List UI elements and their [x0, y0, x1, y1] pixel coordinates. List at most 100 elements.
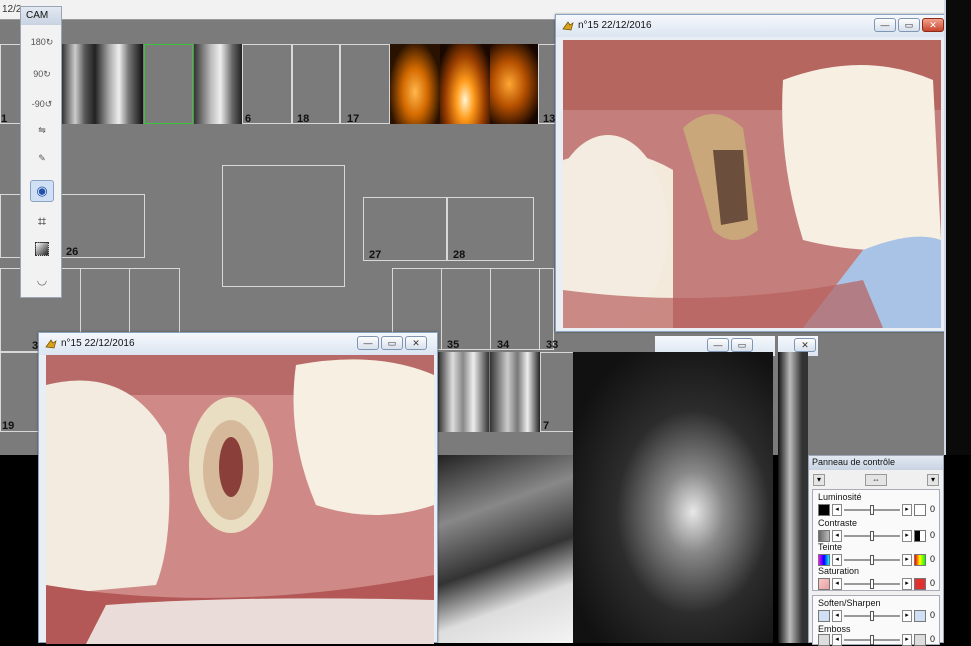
- slider-track[interactable]: [844, 531, 900, 541]
- slider-track[interactable]: [844, 611, 900, 621]
- slider-right-button[interactable]: ▸: [902, 504, 912, 516]
- color-adjust-group: Luminosité ◂ ▸ 0 Contraste ◂ ▸ 0 Teinte …: [812, 489, 940, 591]
- brightness-max-swatch: [914, 504, 926, 516]
- saturation-slider[interactable]: ◂ ▸ 0: [818, 578, 943, 590]
- maximize-button[interactable]: ▭: [898, 18, 920, 32]
- center-slot[interactable]: [222, 165, 345, 287]
- slot-number: 26: [66, 246, 79, 258]
- hue-max-swatch: [914, 554, 926, 566]
- sharpen-swatch: [914, 610, 926, 622]
- slot-number: 7: [543, 420, 550, 432]
- tooth-slot[interactable]: [292, 44, 340, 124]
- minimize-button[interactable]: —: [874, 18, 896, 32]
- minimize-button[interactable]: —: [357, 336, 379, 350]
- slider-left-button[interactable]: ◂: [832, 634, 842, 646]
- slider-value: 0: [930, 554, 936, 564]
- hue-swatch: [818, 554, 830, 566]
- thermal-thumbnail[interactable]: [390, 44, 440, 124]
- saturation-swatch: [818, 578, 830, 590]
- tooth-slot[interactable]: [340, 44, 390, 124]
- intraoral-photo[interactable]: [46, 355, 434, 644]
- soften-swatch: [818, 610, 830, 622]
- emboss-slider[interactable]: ◂ ▸ 0: [818, 634, 943, 646]
- close-button[interactable]: ✕: [922, 18, 944, 32]
- rotate-90-icon[interactable]: 90 ↻: [30, 63, 54, 85]
- contrast-swatch: [818, 530, 830, 542]
- intraoral-photo[interactable]: [563, 40, 941, 328]
- tooth-slot[interactable]: [490, 268, 540, 350]
- slot-number: 18: [297, 113, 310, 125]
- slider-label: Teinte: [818, 542, 843, 552]
- intraoral-window-bottom[interactable]: n°15 22/12/2016 — ▭ ✕: [38, 332, 438, 644]
- slider-thumb[interactable]: [870, 635, 874, 645]
- slider-left-button[interactable]: ◂: [832, 610, 842, 622]
- chevron-down-icon[interactable]: ▾: [927, 474, 939, 486]
- lips-icon[interactable]: ◡: [30, 269, 54, 291]
- xray-thumbnail[interactable]: [194, 44, 242, 124]
- xray-thumbnail[interactable]: [62, 44, 95, 124]
- slider-track[interactable]: [844, 505, 900, 515]
- slider-track[interactable]: [844, 555, 900, 565]
- xray-thumbnail[interactable]: [437, 352, 489, 432]
- pen-icon[interactable]: ✎: [30, 147, 54, 169]
- slider-left-button[interactable]: ◂: [832, 554, 842, 566]
- tooth-slot[interactable]: [538, 44, 556, 124]
- tooth-slot-selected[interactable]: [144, 44, 193, 124]
- maximize-button[interactable]: ▭: [381, 336, 403, 350]
- crop-icon[interactable]: ⌗: [30, 210, 54, 232]
- thermal-thumbnail[interactable]: [440, 44, 490, 124]
- xray-window-partial[interactable]: [437, 455, 574, 643]
- slider-right-button[interactable]: ▸: [902, 530, 912, 542]
- chevron-down-icon[interactable]: ▾: [813, 474, 825, 486]
- slider-right-button[interactable]: ▸: [902, 634, 912, 646]
- eye-image-icon[interactable]: ◉: [30, 180, 54, 202]
- minimize-button[interactable]: —: [707, 338, 729, 352]
- slider-track[interactable]: [844, 579, 900, 589]
- cam-toolbar: CAM 180 ↻ 90 ↻ -90 ↺ ⇋ ✎ ◉ ⌗ ◡: [20, 6, 62, 298]
- sharpen-slider[interactable]: ◂ ▸ 0: [818, 610, 943, 622]
- rotate-minus-90-icon[interactable]: -90 ↺: [30, 93, 54, 115]
- slider-thumb[interactable]: [870, 531, 874, 541]
- slot-number: 17: [347, 113, 360, 125]
- brightness-slider[interactable]: ◂ ▸ 0: [818, 504, 943, 516]
- gradient-icon[interactable]: [30, 238, 54, 260]
- slider-left-button[interactable]: ◂: [832, 530, 842, 542]
- window-title: n°15 22/12/2016: [578, 20, 652, 31]
- camera-icon: [562, 21, 574, 31]
- flip-icon[interactable]: ⇋: [30, 119, 54, 141]
- reset-icon[interactable]: ⇔: [865, 474, 887, 486]
- hue-slider[interactable]: ◂ ▸ 0: [818, 554, 943, 566]
- maximize-button[interactable]: ▭: [731, 338, 753, 352]
- xray-thumbnail[interactable]: [95, 44, 143, 124]
- slider-thumb[interactable]: [870, 555, 874, 565]
- slider-left-button[interactable]: ◂: [832, 504, 842, 516]
- slider-thumb[interactable]: [870, 579, 874, 589]
- slider-right-button[interactable]: ▸: [902, 578, 912, 590]
- window-titlebar[interactable]: n°15 22/12/2016 — ▭ ✕: [39, 333, 437, 355]
- slider-left-button[interactable]: ◂: [832, 578, 842, 590]
- xray-thumbnail[interactable]: [490, 352, 540, 432]
- intraoral-window-top[interactable]: n°15 22/12/2016 — ▭ ✕: [555, 14, 945, 332]
- slider-thumb[interactable]: [870, 505, 874, 515]
- close-button[interactable]: ✕: [794, 338, 816, 352]
- slider-track[interactable]: [844, 635, 900, 645]
- contrast-slider[interactable]: ◂ ▸ 0: [818, 530, 943, 542]
- tooth-slot[interactable]: [441, 268, 491, 350]
- xray-image-large[interactable]: [573, 352, 773, 643]
- slider-thumb[interactable]: [870, 611, 874, 621]
- xray-image-partial[interactable]: [778, 352, 808, 643]
- emboss-swatch: [818, 634, 830, 646]
- saturation-max-swatch: [914, 578, 926, 590]
- thermal-thumbnail[interactable]: [490, 44, 538, 124]
- slot-number: 33: [546, 339, 559, 351]
- slider-right-button[interactable]: ▸: [902, 554, 912, 566]
- close-button[interactable]: ✕: [405, 336, 427, 350]
- tooth-slot[interactable]: [242, 44, 292, 124]
- slot-number: 19: [2, 420, 15, 432]
- slider-right-button[interactable]: ▸: [902, 610, 912, 622]
- brightness-swatch: [818, 504, 830, 516]
- contrast-max-swatch: [914, 530, 926, 542]
- rotate-180-label: 180: [30, 37, 46, 47]
- window-titlebar[interactable]: n°15 22/12/2016 — ▭ ✕: [556, 15, 944, 37]
- rotate-180-icon[interactable]: 180 ↻: [30, 31, 54, 53]
